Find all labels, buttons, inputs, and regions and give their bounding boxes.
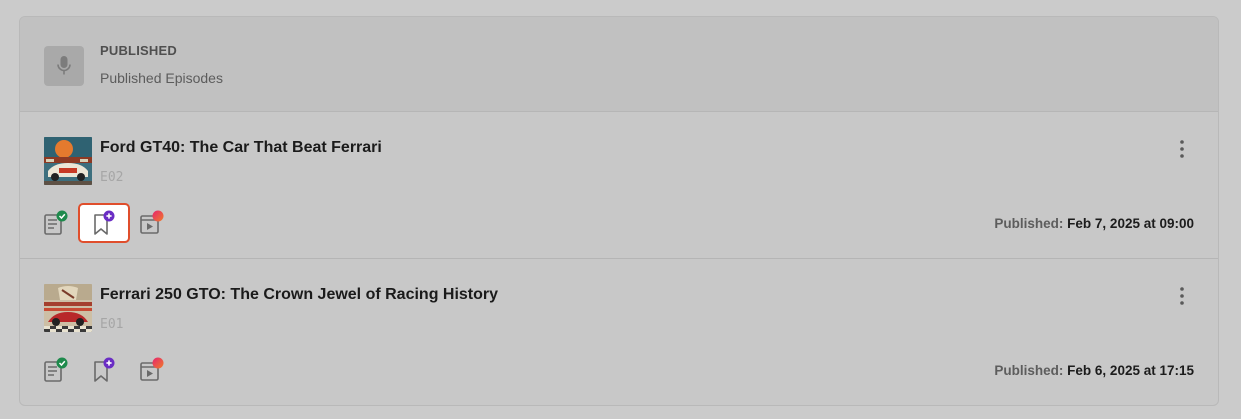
episode-thumbnail [44, 284, 92, 332]
panel-header: PUBLISHED Published Episodes [20, 17, 1218, 112]
published-date: Published: Feb 6, 2025 at 17:15 [994, 363, 1194, 378]
transcript-done-icon [44, 210, 68, 235]
section-subtitle: Published Episodes [100, 70, 223, 86]
episode-row: Ferrari 250 GTO: The Crown Jewel of Raci… [20, 259, 1218, 405]
transcript-done-button[interactable] [30, 203, 82, 243]
bookmark-add-icon [94, 210, 115, 235]
published-label: Published: [994, 363, 1064, 378]
episode-title[interactable]: Ford GT40: The Car That Beat Ferrari [100, 139, 382, 157]
episode-number: E01 [100, 317, 124, 332]
media-badge-icon [140, 210, 164, 234]
episode-title[interactable]: Ferrari 250 GTO: The Crown Jewel of Raci… [100, 286, 498, 304]
section-title: PUBLISHED [100, 43, 177, 58]
media-button[interactable] [126, 203, 178, 243]
published-value: Feb 7, 2025 at 09:00 [1067, 216, 1194, 231]
transcript-done-button[interactable] [30, 350, 82, 390]
published-label: Published: [994, 216, 1064, 231]
add-chapter-button[interactable] [78, 350, 130, 390]
add-chapter-button[interactable] [78, 203, 130, 243]
published-episodes-panel: PUBLISHED Published Episodes Ford GT40: … [19, 16, 1219, 406]
media-button[interactable] [126, 350, 178, 390]
published-value: Feb 6, 2025 at 17:15 [1067, 363, 1194, 378]
episode-row: Ford GT40: The Car That Beat Ferrari E02 [20, 112, 1218, 259]
episode-thumbnail [44, 137, 92, 185]
published-date: Published: Feb 7, 2025 at 09:00 [994, 216, 1194, 231]
microphone-icon [44, 46, 84, 86]
bookmark-add-icon [94, 357, 115, 382]
media-badge-icon [140, 357, 164, 381]
more-options-icon[interactable] [1172, 137, 1192, 161]
more-options-icon[interactable] [1172, 284, 1192, 308]
transcript-done-icon [44, 357, 68, 382]
episode-number: E02 [100, 170, 124, 185]
